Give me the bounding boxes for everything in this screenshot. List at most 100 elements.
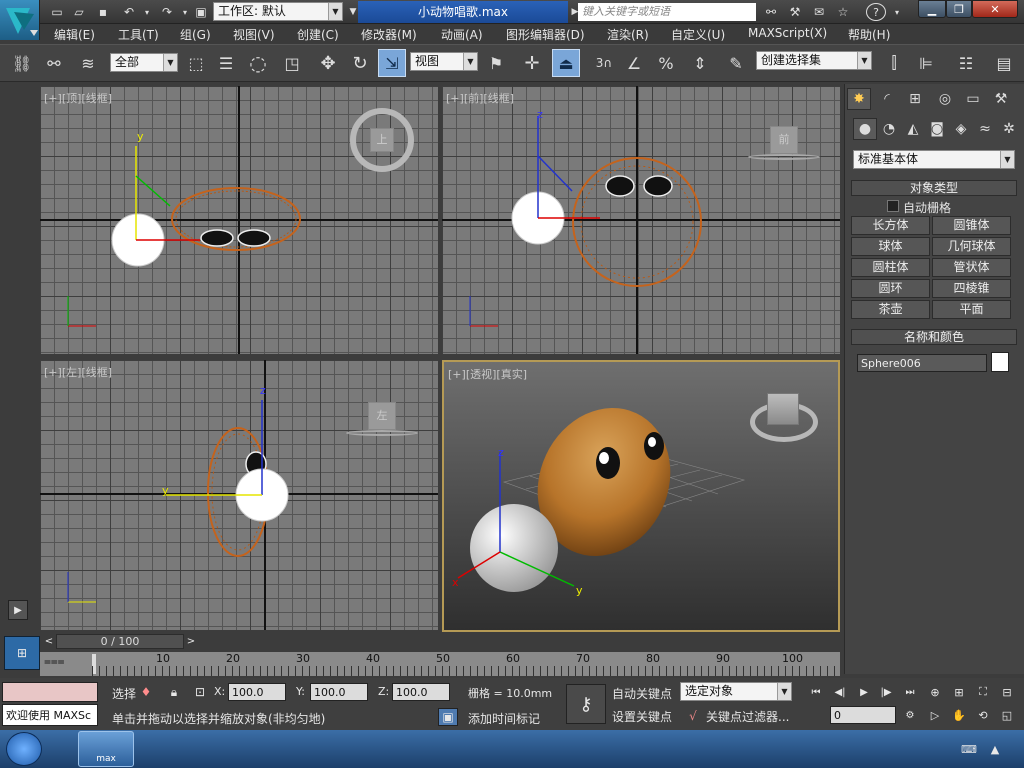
binoculars-icon[interactable]: ⚯	[762, 3, 780, 21]
pan-view-icon[interactable]: ✋	[950, 706, 968, 724]
maximize-viewport-icon[interactable]: ◱	[998, 706, 1016, 724]
shapes-icon[interactable]: ◔	[877, 118, 901, 140]
select-move-icon[interactable]: ✥	[314, 49, 342, 77]
viewport-perspective[interactable]: [+][透视][真实] z y x	[442, 360, 840, 632]
search-input[interactable]: 键入关键字或短语	[578, 3, 756, 21]
edit-named-selection-icon[interactable]: ✎	[722, 49, 750, 77]
keyboard-tray-icon[interactable]: ⌨	[960, 740, 978, 758]
unlink-icon[interactable]: ⚯	[40, 49, 68, 77]
viewcube-front[interactable]: 前	[770, 126, 798, 154]
torus-button[interactable]: 圆环	[851, 279, 930, 298]
object-name-field[interactable]: Sphere006	[857, 354, 987, 372]
maxscript-listener-top[interactable]	[2, 682, 98, 702]
workspace-dropdown[interactable]: 工作区: 默认 ▼	[213, 2, 343, 21]
plane-button[interactable]: 平面	[932, 300, 1011, 319]
zoom-icon[interactable]: ⊕	[926, 684, 944, 700]
maxscript-mini-listener[interactable]: 欢迎使用 MAXSc	[2, 704, 98, 726]
time-slider[interactable]: < 0 / 100 >	[40, 634, 840, 650]
select-manipulate-icon[interactable]: ✛	[518, 49, 546, 77]
viewcube-top[interactable]: 上	[350, 108, 414, 172]
menu-graph-editors[interactable]: 图形编辑器(D)	[506, 26, 585, 43]
window-crossing-icon[interactable]: ◳	[278, 49, 306, 77]
viewcube-left[interactable]: 左	[368, 402, 396, 430]
zoom-all-icon[interactable]: ⊞	[950, 684, 968, 700]
menu-customize[interactable]: 自定义(U)	[671, 26, 725, 43]
menu-help[interactable]: 帮助(H)	[848, 26, 890, 43]
link-icon[interactable]: ⛓	[8, 49, 36, 77]
pivot-center-icon[interactable]: ⚑	[482, 49, 510, 77]
name-color-rollout[interactable]: 名称和颜色	[851, 329, 1017, 345]
box-button[interactable]: 长方体	[851, 216, 930, 235]
restore-button[interactable]: ❐	[946, 0, 972, 18]
bind-space-warp-icon[interactable]: ≋	[74, 49, 102, 77]
create-tab-icon[interactable]: ✸	[847, 88, 871, 110]
menu-rendering[interactable]: 渲染(R)	[607, 26, 649, 43]
filmstrip-icon[interactable]: ⩶	[44, 654, 65, 674]
app-logo[interactable]	[0, 0, 40, 40]
curve-icon[interactable]: √	[684, 706, 702, 726]
lights-icon[interactable]: ◭	[901, 118, 925, 140]
selection-region-icon[interactable]: ◌	[244, 49, 272, 77]
selection-lock-icon[interactable]: 🔒︎	[164, 682, 184, 702]
go-to-start-icon[interactable]: ⏮	[806, 684, 826, 700]
modify-tab-icon[interactable]: ◜	[875, 88, 899, 110]
menu-modifiers[interactable]: 修改器(M)	[361, 26, 417, 43]
layer-manager-icon[interactable]: ☷	[952, 49, 980, 77]
space-warps-icon[interactable]: ≈	[973, 118, 997, 140]
save-file-icon[interactable]: ▪	[94, 3, 112, 21]
undo-dropdown-icon[interactable]: ▾	[138, 3, 156, 21]
x-coordinate-field[interactable]: 100.0	[228, 683, 286, 701]
y-coordinate-field[interactable]: 100.0	[310, 683, 368, 701]
key-filters-button[interactable]: 关键点过滤器...	[706, 708, 789, 725]
motion-tab-icon[interactable]: ◎	[933, 88, 957, 110]
absolute-mode-icon[interactable]: ⊡	[190, 682, 210, 702]
mirror-icon[interactable]: ⫿	[880, 49, 908, 77]
display-tab-icon[interactable]: ▭	[961, 88, 985, 110]
prev-frame-icon[interactable]: <	[42, 634, 56, 649]
viewport-front[interactable]: [+][前][线框] z 前	[442, 86, 840, 354]
subscription-icon[interactable]: ⚒	[786, 3, 804, 21]
pyramid-button[interactable]: 四棱锥	[932, 279, 1011, 298]
hierarchy-tab-icon[interactable]: ⊞	[903, 88, 927, 110]
tube-button[interactable]: 管状体	[932, 258, 1011, 277]
next-key-icon[interactable]: |▶	[876, 684, 896, 700]
minimize-button[interactable]: ▁	[918, 0, 946, 18]
isolate-selection-icon[interactable]: ♦	[136, 682, 156, 702]
select-object-icon[interactable]: ⬚	[182, 49, 210, 77]
zoom-extents-icon[interactable]: ⛶	[974, 684, 992, 700]
teapot-button[interactable]: 茶壶	[851, 300, 930, 319]
snaps-toggle-icon[interactable]: 3 ∩	[590, 49, 618, 77]
field-of-view-icon[interactable]: ▷	[926, 706, 944, 724]
zoom-extents-all-icon[interactable]: ⊟	[998, 684, 1016, 700]
open-file-icon[interactable]: ▱	[70, 3, 88, 21]
percent-snap-icon[interactable]: %	[652, 49, 680, 77]
helpers-icon[interactable]: ◈	[949, 118, 973, 140]
geosphere-button[interactable]: 几何球体	[932, 237, 1011, 256]
z-coordinate-field[interactable]: 100.0	[392, 683, 450, 701]
graphite-ribbon-icon[interactable]: ▤	[990, 49, 1018, 77]
utilities-tab-icon[interactable]: ⚒	[989, 88, 1013, 110]
favorites-star-icon[interactable]: ☆	[834, 3, 852, 21]
new-file-icon[interactable]: ▭	[48, 3, 66, 21]
key-target-dropdown[interactable]: 选定对象 ▼	[680, 682, 792, 701]
angle-snap-icon[interactable]: ∠	[620, 49, 648, 77]
selection-filter-dropdown[interactable]: 全部 ▼	[110, 53, 178, 72]
orbit-icon[interactable]: ⟲	[974, 706, 992, 724]
cone-button[interactable]: 圆锥体	[932, 216, 1011, 235]
reference-coordinate-dropdown[interactable]: 视图 ▼	[410, 52, 478, 71]
spinner-snap-icon[interactable]: ⇕	[686, 49, 714, 77]
tray-expand-icon[interactable]: ▲	[986, 740, 1004, 758]
select-rotate-icon[interactable]: ↻	[346, 49, 374, 77]
redo-icon[interactable]: ↷	[158, 3, 176, 21]
viewport-left[interactable]: [+][左][线框] z y 左	[40, 360, 438, 630]
go-to-end-icon[interactable]: ⏭	[900, 684, 920, 700]
project-folder-icon[interactable]: ▣	[192, 3, 210, 21]
menu-views[interactable]: 视图(V)	[233, 26, 275, 43]
windows-start-icon[interactable]	[6, 732, 42, 766]
play-animation-icon[interactable]: ▶	[854, 684, 874, 700]
frame-indicator[interactable]: 0 / 100	[56, 634, 184, 649]
object-color-swatch[interactable]	[991, 352, 1009, 372]
autogrid-checkbox[interactable]	[887, 200, 899, 212]
object-category-dropdown[interactable]: 标准基本体 ▼	[853, 150, 1015, 169]
menu-edit[interactable]: 编辑(E)	[54, 26, 95, 43]
